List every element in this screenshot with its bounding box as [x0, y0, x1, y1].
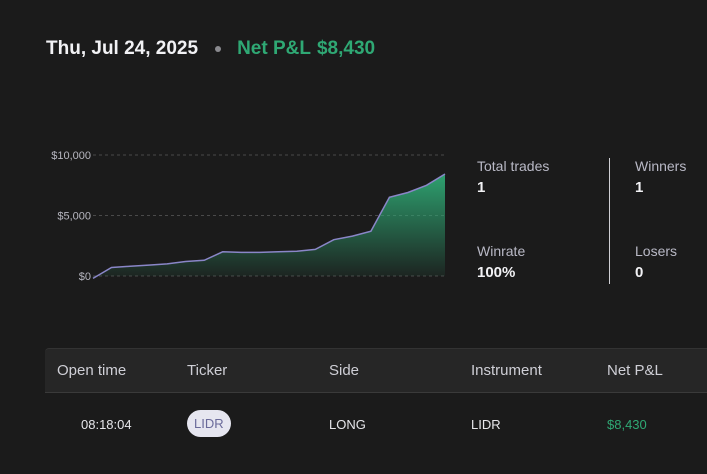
- column-header-instrument[interactable]: Instrument: [471, 362, 542, 379]
- column-header-side[interactable]: Side: [329, 362, 359, 379]
- winrate-label: Winrate: [477, 243, 526, 259]
- stat-winrate: Winrate 100%: [477, 243, 525, 281]
- stat-winners: Winners 1: [635, 158, 686, 196]
- column-header-ticker[interactable]: Ticker: [187, 362, 227, 379]
- chart-svg: $0 $5,000 $10,000: [51, 150, 446, 283]
- net-pnl-value: $8,430: [316, 38, 376, 59]
- stat-total-trades: Total trades 1: [477, 158, 549, 196]
- trades-table: Open time Ticker Side Instrument Net P&L…: [45, 348, 707, 474]
- cell-net-pnl: $8,430: [607, 417, 647, 432]
- pnl-area: [93, 174, 445, 279]
- net-pnl-label: Net P&L: [237, 38, 311, 59]
- stats-panel: Total trades 1 Winners 1 Winrate 100% Lo…: [477, 158, 707, 284]
- table-row[interactable]: 08:18:04 LIDR LONG LIDR $8,430: [45, 393, 707, 457]
- y-tick-label: $10,000: [51, 150, 91, 162]
- winners-label: Winners: [635, 158, 687, 174]
- y-tick-label: $0: [79, 271, 91, 283]
- column-header-net-pnl[interactable]: Net P&L: [607, 362, 663, 379]
- losers-label: Losers: [635, 243, 678, 259]
- cell-instrument: LIDR: [471, 417, 501, 432]
- losers-value: 0: [635, 264, 644, 281]
- winrate-value: 100%: [477, 264, 516, 281]
- ticker-badge[interactable]: LIDR: [187, 410, 231, 437]
- total-trades-value: 1: [477, 179, 486, 196]
- cumulative-pnl-chart: $0 $5,000 $10,000: [40, 140, 450, 290]
- cell-side: LONG: [329, 417, 366, 432]
- column-header-open-time[interactable]: Open time: [57, 362, 126, 379]
- stats-divider: [609, 158, 610, 284]
- y-tick-label: $5,000: [57, 211, 91, 223]
- stat-losers: Losers 0: [635, 243, 677, 281]
- day-header: Thu, Jul 24, 2025 Net P&L $8,430: [46, 36, 375, 62]
- separator-dot: [215, 46, 222, 52]
- winners-value: 1: [635, 179, 644, 196]
- table-header: Open time Ticker Side Instrument Net P&L: [45, 348, 707, 393]
- total-trades-label: Total trades: [477, 158, 550, 174]
- cell-open-time: 08:18:04: [81, 417, 132, 432]
- date-title: Thu, Jul 24, 2025: [46, 38, 199, 59]
